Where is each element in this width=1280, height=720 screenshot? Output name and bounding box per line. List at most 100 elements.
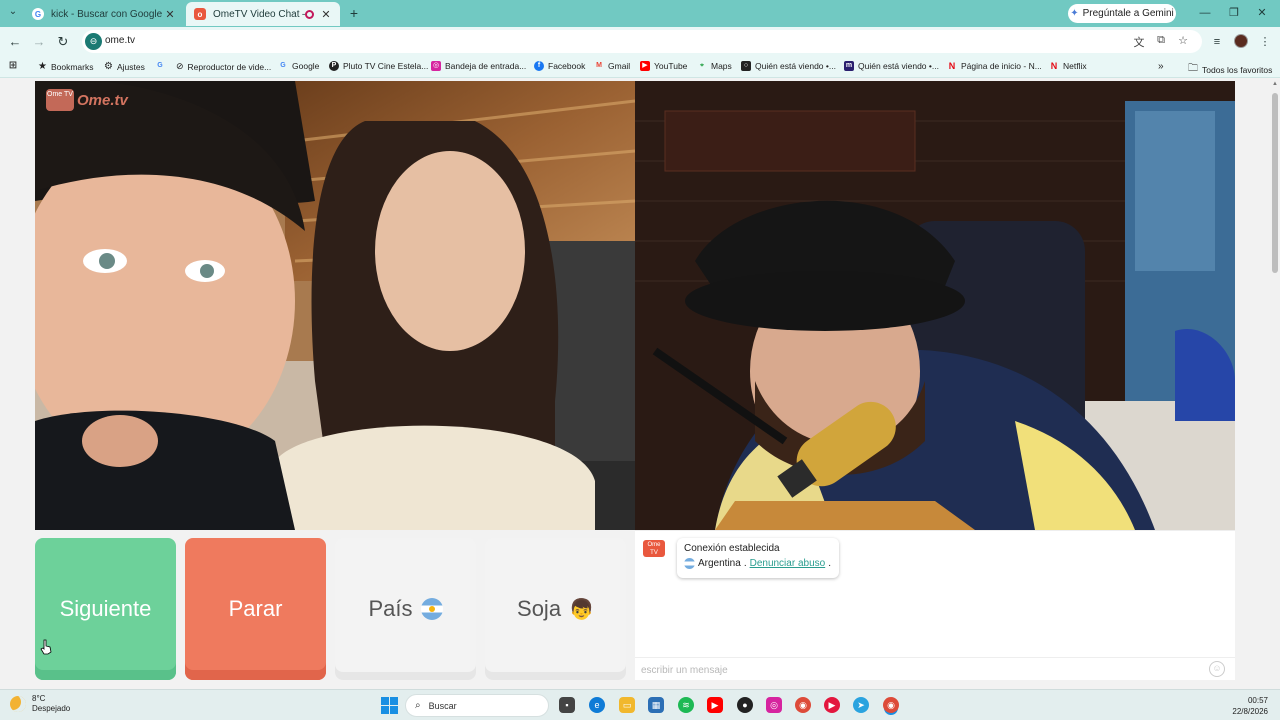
telegram-icon[interactable]: ➤ (853, 697, 869, 713)
system-clock[interactable]: 00:57 22/8/2026 (1222, 695, 1268, 717)
instagram-icon: ◎ (431, 61, 441, 71)
forward-button[interactable]: → (30, 33, 48, 51)
windows-start-icon[interactable] (381, 697, 398, 714)
restore-button[interactable]: ❐ (1224, 4, 1244, 22)
hand-cursor-icon (40, 639, 52, 655)
bookmark-label: Ajustes (116, 61, 145, 72)
gemini-sparkle-icon: ✦ (1070, 8, 1079, 19)
bookmark-quien-1[interactable]: ○ Quién está viendo •... (741, 61, 836, 71)
stranger-video-frame (35, 81, 635, 530)
country-button-label: País (368, 596, 413, 621)
bookmark-label: Quién está viendo •... (755, 61, 836, 71)
task-view-icon[interactable]: ▪ (559, 697, 575, 713)
moon-icon (10, 696, 26, 712)
bookmark-bandeja[interactable]: ◎ Bandeja de entrada... (431, 61, 526, 71)
bookmark-bookmarks[interactable]: ★ Bookmarks (38, 61, 93, 72)
report-abuse-link[interactable]: Denunciar abuso (750, 558, 826, 569)
bookmark-pluto[interactable]: P Pluto TV Cine Estela... (329, 61, 428, 71)
country-button[interactable]: País (335, 538, 476, 680)
bookmark-facebook[interactable]: f Facebook (534, 61, 585, 71)
obs-icon[interactable]: ● (737, 697, 753, 713)
bookmark-reproductor[interactable]: ⊘ Reproductor de vide... (176, 61, 271, 72)
edge-icon[interactable]: e (589, 697, 605, 713)
more-bookmarks-icon[interactable]: » (1158, 61, 1164, 72)
bookmark-netflix-home[interactable]: N Página de inicio - N... (947, 61, 1042, 71)
media-control-icon[interactable]: ≡ (1208, 33, 1226, 51)
chrome-icon[interactable]: ◉ (795, 697, 811, 713)
bookmark-label: Todos los favoritos (1202, 64, 1273, 75)
chrome-active-icon[interactable]: ◉ (883, 697, 899, 713)
max-icon: m (844, 61, 854, 71)
weather-widget[interactable]: 8°C Despejado (10, 694, 70, 714)
bookmark-gmail[interactable]: M Gmail (594, 61, 630, 71)
bookmark-google-icon-only[interactable]: G (155, 61, 169, 71)
youtube-app-icon[interactable]: ▶ (707, 697, 723, 713)
close-window-button[interactable]: ✕ (1252, 4, 1272, 22)
ometv-logo-text: Ome.tv (77, 91, 128, 109)
viewer-icon: ○ (741, 61, 751, 71)
maps-icon: ⌖ (700, 62, 704, 69)
cast-icon[interactable]: ⧉ (1154, 34, 1168, 48)
url-text: ome.tv (105, 35, 136, 46)
bookmark-label: Quién está viendo •... (858, 61, 939, 71)
youtube-icon: ▶ (640, 61, 650, 71)
bookmark-google[interactable]: G Google (278, 61, 319, 71)
bookmark-quien-2[interactable]: m Quién está viendo •... (844, 61, 939, 71)
reload-button[interactable]: ↻ (54, 33, 72, 51)
bookmark-label: Página de inicio - N... (961, 61, 1042, 71)
tab-ometv[interactable]: o OmeTV Video Chat — Alterna ✕ (186, 2, 340, 26)
bookmark-ajustes[interactable]: ⚙ Ajustes (104, 61, 145, 72)
stop-button[interactable]: Parar (185, 538, 326, 680)
gender-button[interactable]: Soja 👦 (485, 538, 626, 680)
bookmark-maps[interactable]: ⌖ Maps (697, 61, 732, 71)
gemini-button[interactable]: ✦ Pregúntale a Gemini (1068, 4, 1176, 23)
back-button[interactable]: ← (6, 33, 24, 51)
apps-icon[interactable]: ⊞ (8, 61, 18, 71)
tab-close-icon[interactable]: ✕ (320, 8, 332, 21)
file-explorer-icon[interactable]: ▭ (619, 697, 635, 713)
bookmark-label: YouTube (654, 61, 688, 71)
bookmark-star-icon[interactable]: ☆ (1176, 34, 1190, 48)
netflix-icon: N (948, 61, 956, 71)
chat-message-input[interactable] (641, 662, 1201, 678)
bookmark-label: Bandeja de entrada... (445, 61, 527, 71)
store-icon[interactable]: ▦ (648, 697, 664, 713)
site-info-icon[interactable]: ⊖ (85, 33, 102, 50)
new-tab-button[interactable]: + (345, 4, 363, 22)
bookmark-netflix[interactable]: N Netflix (1049, 61, 1087, 71)
bookmark-youtube[interactable]: ▶ YouTube (640, 61, 687, 71)
search-icon: ⌕ (415, 700, 421, 711)
menu-icon[interactable]: ⋮ (1256, 33, 1274, 51)
tab-search-button[interactable]: ⌄ (6, 6, 20, 20)
emoji-icon[interactable]: ☺ (1209, 661, 1225, 677)
next-button[interactable]: Siguiente (35, 538, 176, 680)
ometv-logo: Ome TV Ome.tv (46, 89, 128, 111)
ometv-icon: o (194, 8, 206, 20)
all-bookmarks[interactable]: 🗀 Todos los favoritos (1188, 61, 1272, 78)
scrollbar-thumb[interactable] (1272, 93, 1278, 273)
address-bar[interactable]: ⊖ ome.tv 文 ⧉ ☆ (82, 30, 1202, 53)
media-player-icon[interactable]: ▶ (824, 697, 840, 713)
minimize-button[interactable]: — (1195, 4, 1215, 22)
netflix-icon: N (1050, 61, 1058, 71)
profile-avatar[interactable] (1234, 34, 1248, 48)
report-suffix: . (828, 558, 831, 569)
instagram-app-icon[interactable]: ◎ (766, 697, 782, 713)
taskbar-search-box[interactable]: ⌕ Buscar (405, 694, 549, 717)
tab-title: kick - Buscar con Google (51, 8, 163, 20)
video-icon: ⊘ (176, 61, 184, 71)
page-scrollbar[interactable]: ▲ (1270, 79, 1280, 689)
boy-emoji-icon: 👦 (569, 598, 594, 621)
ometv-logo-badge: Ome TV (46, 89, 74, 111)
weather-description: Despejado (32, 704, 71, 713)
translate-icon[interactable]: 文 (1132, 34, 1146, 49)
spotify-icon[interactable]: ≋ (678, 697, 694, 713)
scroll-up-arrow-icon[interactable]: ▲ (1271, 81, 1279, 89)
tab-google-search[interactable]: G kick - Buscar con Google ✕ (24, 2, 184, 26)
tab-close-icon[interactable]: ✕ (164, 8, 176, 21)
tab-title: OmeTV Video Chat — Alterna (213, 8, 305, 20)
bookmark-label: Bookmarks (50, 61, 94, 72)
pluto-icon: P (329, 61, 339, 71)
google-icon: G (280, 62, 286, 69)
argentina-flag-icon (684, 558, 695, 569)
